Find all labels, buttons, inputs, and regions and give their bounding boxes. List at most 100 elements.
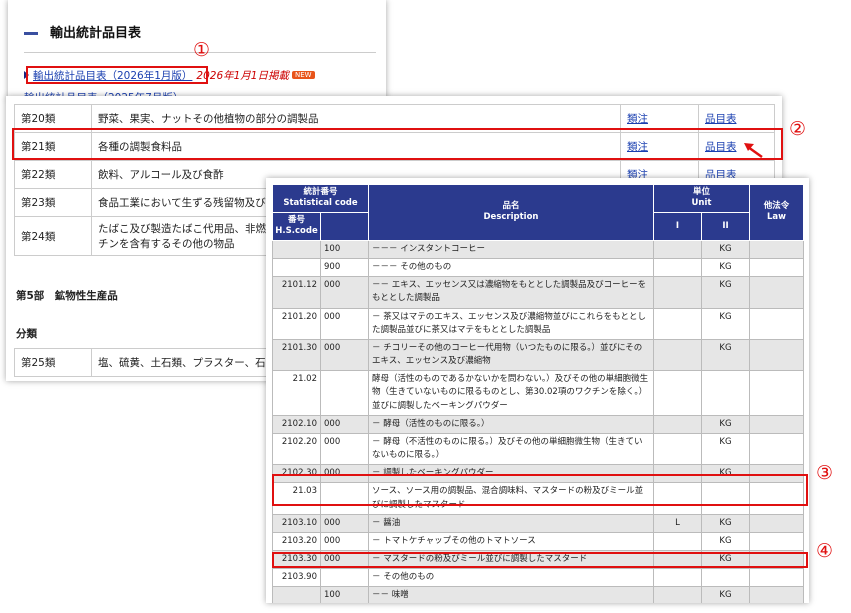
law-header: 他法令 Law [749,184,804,241]
hs-code-cell [272,239,321,260]
unit-1-cell [653,276,702,309]
publish-date: 2026年1月1日掲載 [196,70,289,82]
law-cell [749,370,804,416]
chapter-number: 第25類 [14,348,92,377]
table-row: 2101.12 000 －－ エキス、エッセンス又は濃縮物をもととした調製品及びコー… [272,276,804,309]
stat-code-cell: 900 [320,258,369,278]
chapter-number: 第24類 [14,216,92,256]
table-row: 2103.90 － その他のもの [272,568,804,588]
law-cell [749,513,804,533]
law-cell [749,307,804,340]
unit-2-cell: KG [701,338,750,372]
unit-1-cell [653,307,702,340]
unit-2-cell: KG [701,513,750,533]
stat-code-cell: 100 [320,586,369,603]
law-cell [749,568,804,588]
annotation-number-4: ④ [816,540,834,562]
law-cell [749,432,804,466]
chapter-number: 第23類 [14,188,92,217]
description-cell: － その他のもの [368,568,654,588]
unit-2-header: II [701,211,750,241]
hs-code-cell [272,258,321,278]
unit-2-cell: KG [701,276,750,309]
table-row: 2103.10 000 － 醤油 L KG [272,513,804,533]
law-cell [749,586,804,603]
hs-code-cell: 2102.20 [272,432,321,466]
table-row: 2103.20 000 － トマトケチャップその他のトマトソース KG [272,531,804,552]
hs-code-header: 番号 H.S.code [272,211,321,241]
law-cell [749,239,804,260]
table-row: 2102.20 000 － 酵母（不活性のものに限る。）及びその他の単細胞微生物（生… [272,432,804,466]
stat-code-cell: 000 [320,513,369,533]
stat-code-header: 統計番号 Statistical code [272,184,369,213]
item-table-link[interactable]: 品目表 [705,113,737,125]
description-cell: － チコリーその他のコーヒー代用物（いつたものに限る。）並びにそのエキス、エッセ… [368,338,654,372]
description-cell: － 酵母（活性のものに限る。） [368,414,654,434]
annotation-box-3 [272,474,808,506]
pointer-arrow-icon [744,143,763,159]
description-header: 品名 Description [368,184,654,241]
annotation-number-1: ① [193,39,211,61]
table-row: 2101.30 000 － チコリーその他のコーヒー代用物（いつたものに限る。）並び… [272,338,804,372]
chapter-number: 第22類 [14,160,92,189]
law-cell [749,531,804,552]
law-cell [749,414,804,434]
description-cell: －－－ その他のもの [368,258,654,278]
stat-code-cell: 000 [320,276,369,309]
unit-1-cell: L [653,513,702,533]
table-row: 21.02 酵母（活性のものであるかないかを問わない。）及びその他の単細胞微生物（… [272,370,804,416]
annotation-box-2 [12,128,783,160]
law-cell [749,276,804,309]
unit-1-cell [653,586,702,603]
new-badge: NEW [292,71,315,79]
unit-2-cell: KG [701,239,750,260]
table-row: 2101.20 000 － 茶又はマテのエキス、エッセンス及び濃縮物並びにこれらをも… [272,307,804,340]
unit-1-cell [653,414,702,434]
description-cell: － 茶又はマテのエキス、エッセンス及び濃縮物並びにこれらをもととした調製品並びに… [368,307,654,340]
unit-2-cell: KG [701,414,750,434]
unit-1-cell [653,531,702,552]
hs-code-cell: 2103.90 [272,568,321,588]
hs-code-cell: 2103.20 [272,531,321,552]
stat-code-cell: 100 [320,239,369,260]
unit-2-cell: KG [701,432,750,466]
stat-code-cell: 000 [320,307,369,340]
table-row: 900 －－－ その他のもの KG [272,258,804,278]
tariff-item-table: 統計番号 Statistical code 品名 Description 単位 Uni… [272,184,804,603]
hs-code-cell: 2101.12 [272,276,321,309]
hs-code-cell [272,586,321,603]
table-row: 2102.10 000 － 酵母（活性のものに限る。） KG [272,414,804,434]
unit-1-cell [653,258,702,278]
unit-1-cell [653,239,702,260]
unit-2-cell: KG [701,258,750,278]
stat-code-cell [320,568,369,588]
unit-1-cell [653,568,702,588]
stat-code-cell: 000 [320,338,369,372]
law-cell [749,258,804,278]
description-cell: － 醤油 [368,513,654,533]
unit-2-cell [701,370,750,416]
table-row: 100 －－ 味噌 KG [272,586,804,603]
stat-code-cell [320,370,369,416]
annotation-number-3: ③ [816,462,834,484]
page-title: 輸出統計品目表 [50,26,142,41]
unit-2-cell: KG [701,586,750,603]
unit-2-cell: KG [701,531,750,552]
unit-2-cell: KG [701,307,750,340]
unit-1-cell [653,370,702,416]
description-cell: － トマトケチャップその他のトマトソース [368,531,654,552]
tariff-table-body: 100 －－－ インスタントコーヒー KG 900 －－－ その他のもの KG 2101.1… [272,239,804,603]
sub-heading: 分類 [16,328,37,340]
unit-1-header: I [653,211,702,241]
hs-code-cell: 2103.10 [272,513,321,533]
chapter-notes-link[interactable]: 類注 [627,113,648,125]
description-cell: －－ エキス、エッセンス又は濃縮物をもととした調製品及びコーヒーをもととした調製… [368,276,654,309]
hs-code-cell: 2101.20 [272,307,321,340]
stat-code-cell: 000 [320,531,369,552]
part-heading: 第5部 鉱物性生産品 [16,290,118,302]
stat-code-cell: 000 [320,432,369,466]
stat-code-cell: 000 [320,414,369,434]
description-cell: －－－ インスタントコーヒー [368,239,654,260]
item-table-panel: 統計番号 Statistical code 品名 Description 単位 Uni… [266,178,809,603]
law-cell [749,338,804,372]
